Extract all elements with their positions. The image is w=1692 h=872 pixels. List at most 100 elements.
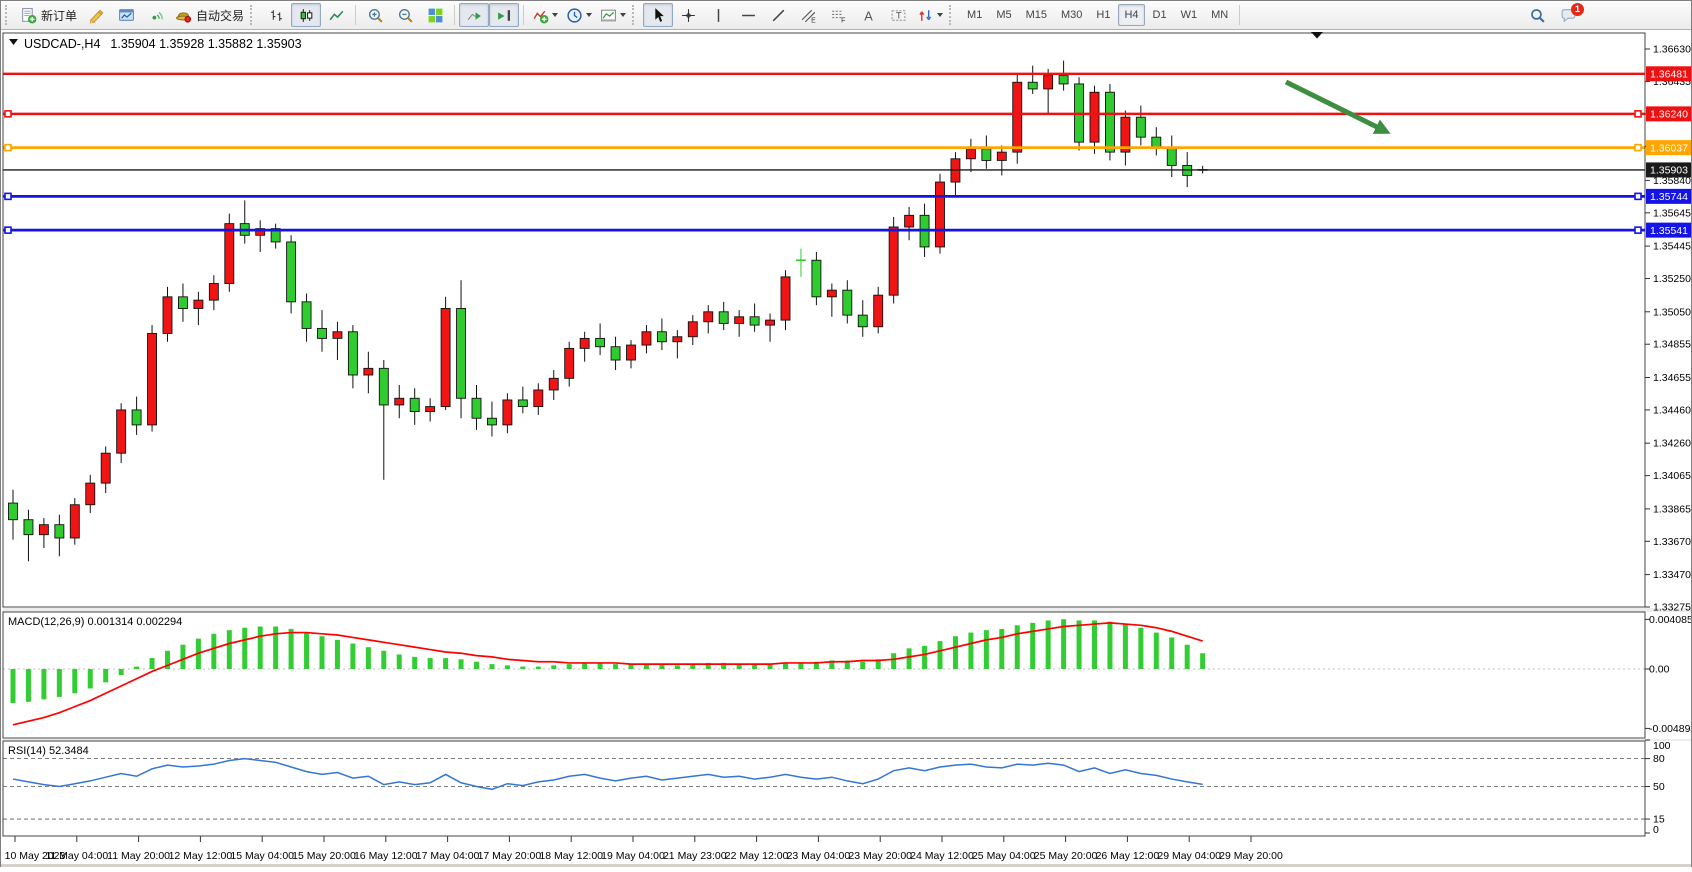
macd-label: MACD(12,26,9) 0.001314 0.002294 <box>8 616 182 628</box>
time-axis-label: 23 May 20:00 <box>848 850 912 862</box>
time-axis-label: 17 May 04:00 <box>416 850 480 862</box>
macd-bar <box>88 669 93 688</box>
chart-canvas[interactable]: 1.366301.364351.362401.360451.358401.356… <box>1 30 1691 867</box>
candle-body <box>997 152 1006 160</box>
candle-body <box>1044 76 1053 89</box>
price-tick-label: 1.36630 <box>1653 44 1691 56</box>
candle-body <box>766 320 775 325</box>
text-tool-button[interactable]: A <box>853 3 883 27</box>
new-order-button[interactable]: 新订单 <box>16 3 81 27</box>
tile-windows-button[interactable] <box>420 3 450 27</box>
panel-splitter[interactable] <box>3 608 1691 612</box>
macd-bar <box>72 669 77 693</box>
line-handle[interactable] <box>5 145 11 151</box>
vertical-line-tool-button[interactable] <box>703 3 733 27</box>
dropdown-arrow-icon[interactable] <box>586 13 592 17</box>
candle-body <box>132 410 141 425</box>
time-axis-label: 29 May 20:00 <box>1219 850 1283 862</box>
timeframe-button-mn[interactable]: MN <box>1205 4 1234 26</box>
zoom-in-button[interactable] <box>360 3 390 27</box>
macd-bar <box>211 634 216 669</box>
text-label-tool-button[interactable]: T <box>883 3 913 27</box>
svg-text:F: F <box>841 17 845 24</box>
line-handle[interactable] <box>5 111 11 117</box>
macd-bar <box>134 667 139 669</box>
channel-icon: E <box>800 7 817 24</box>
line-handle[interactable] <box>1635 111 1641 117</box>
zoom-out-button[interactable] <box>390 3 420 27</box>
cursor-tool-button[interactable] <box>643 3 673 27</box>
metaeditor-button[interactable] <box>81 3 111 27</box>
time-axis-label: 22 May 12:00 <box>725 850 789 862</box>
crosshair-tool-button[interactable] <box>673 3 703 27</box>
line-handle[interactable] <box>5 193 11 199</box>
timeframe-button-m30[interactable]: M30 <box>1055 4 1088 26</box>
line-handle[interactable] <box>1635 193 1641 199</box>
candle-body <box>86 483 95 505</box>
line-handle[interactable] <box>1635 145 1641 151</box>
signals-button[interactable] <box>141 3 171 27</box>
candle-body <box>395 398 404 405</box>
candle-body <box>348 332 357 375</box>
toolbar-grip[interactable] <box>5 5 12 25</box>
timeframe-button-h4[interactable]: H4 <box>1118 4 1144 26</box>
price-tag-label: 1.36037 <box>1650 142 1688 154</box>
macd-bar <box>1046 620 1051 669</box>
chart-shift-icon <box>496 7 513 24</box>
time-axis-label: 18 May 12:00 <box>539 850 603 862</box>
chart-shift-button[interactable] <box>489 3 519 27</box>
trendline-tool-button[interactable] <box>763 3 793 27</box>
timeframe-button-h1[interactable]: H1 <box>1090 4 1116 26</box>
dropdown-arrow-icon[interactable] <box>552 13 558 17</box>
candlestick-type-button[interactable] <box>291 3 321 27</box>
timeframe-button-w1[interactable]: W1 <box>1175 4 1204 26</box>
auto-scroll-button[interactable] <box>459 3 489 27</box>
bar-chart-type-button[interactable] <box>261 3 291 27</box>
signals-icon <box>148 7 165 24</box>
auto-trading-button[interactable]: 自动交易 <box>171 3 248 27</box>
time-axis-label: 15 May 04:00 <box>230 850 294 862</box>
timeframe-button-m5[interactable]: M5 <box>990 4 1017 26</box>
timeframe-button-d1[interactable]: D1 <box>1147 4 1173 26</box>
macd-bar <box>180 645 185 669</box>
dropdown-arrow-icon[interactable] <box>620 13 626 17</box>
fibonacci-tool-button[interactable]: F <box>823 3 853 27</box>
toolbar-grip[interactable] <box>949 5 956 25</box>
timeframe-button-m15[interactable]: M15 <box>1020 4 1053 26</box>
candle-body <box>642 332 651 345</box>
notification-badge: 1 <box>1571 3 1584 16</box>
time-axis-label: 25 May 04:00 <box>972 850 1036 862</box>
candle-body <box>194 300 203 308</box>
price-tick-label: 1.34260 <box>1653 438 1691 450</box>
horizontal-line-icon <box>740 7 757 24</box>
macd-bar <box>953 636 958 669</box>
candle-body <box>318 328 327 338</box>
dropdown-arrow-icon[interactable] <box>937 13 943 17</box>
line-chart-type-button[interactable] <box>321 3 351 27</box>
candle-body <box>333 332 342 339</box>
timeframe-button-m1[interactable]: M1 <box>961 4 988 26</box>
chat-button[interactable]: 1 <box>1560 7 1577 24</box>
chart-window-button[interactable] <box>111 3 141 27</box>
line-handle[interactable] <box>1635 227 1641 233</box>
horizontal-line-tool-button[interactable] <box>733 3 763 27</box>
auto-scroll-icon <box>466 7 483 24</box>
time-axis-label: 15 May 20:00 <box>292 850 356 862</box>
search-button[interactable] <box>1522 3 1552 27</box>
line-handle[interactable] <box>5 227 11 233</box>
toolbar-grip[interactable] <box>250 5 257 25</box>
indicators-button[interactable] <box>528 3 562 27</box>
time-axis-label: 11 May 20:00 <box>107 850 170 862</box>
candle-body <box>70 505 79 538</box>
macd-bar <box>520 667 525 669</box>
periods-button[interactable] <box>562 3 596 27</box>
candlestick-icon <box>298 7 315 24</box>
toolbar-grip[interactable] <box>632 5 639 25</box>
macd-bar <box>41 669 46 699</box>
equidistant-channel-tool-button[interactable]: E <box>793 3 823 27</box>
candle-body <box>163 297 172 334</box>
arrows-tool-button[interactable] <box>913 3 947 27</box>
templates-button[interactable] <box>596 3 630 27</box>
new-order-icon <box>20 7 37 24</box>
candle-body <box>750 317 759 325</box>
